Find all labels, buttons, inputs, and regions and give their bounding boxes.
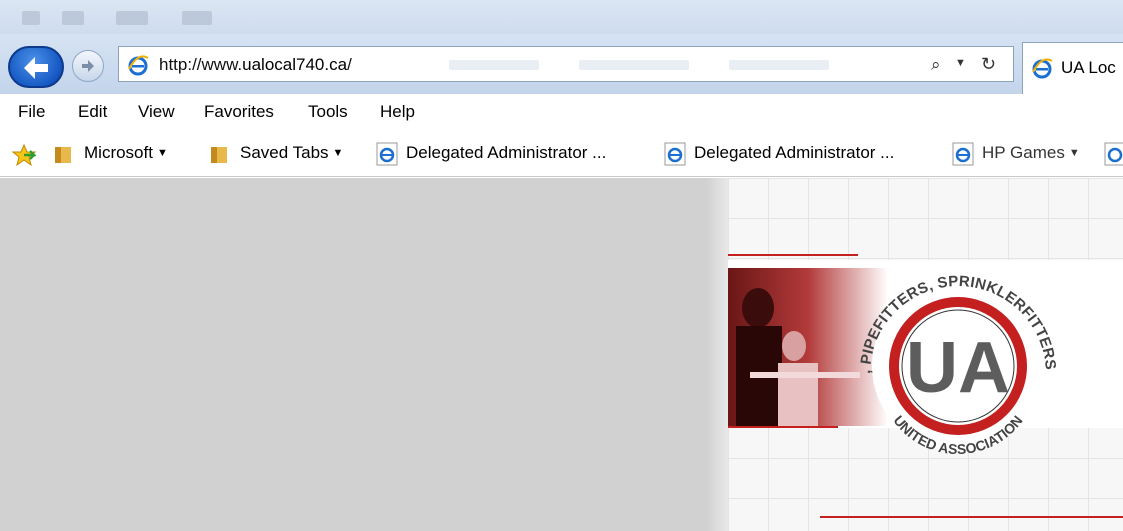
menu-view[interactable]: View xyxy=(138,102,175,122)
ghost-text xyxy=(449,60,539,70)
favorite-folder-microsoft[interactable]: Microsoft ▼ xyxy=(84,143,168,163)
favorite-folder-saved-tabs[interactable]: Saved Tabs ▼ xyxy=(240,143,343,163)
accent-line xyxy=(728,426,838,428)
quick-access-toolbar xyxy=(0,0,1123,34)
search-icon[interactable]: ⌕ xyxy=(931,55,941,75)
favorite-link-delegated-admin-1[interactable]: Delegated Administrator ... xyxy=(406,143,606,163)
menu-favorites[interactable]: Favorites xyxy=(204,102,274,122)
menu-tools[interactable]: Tools xyxy=(308,102,348,122)
menu-edit[interactable]: Edit xyxy=(78,102,107,122)
favorite-link-delegated-admin-2[interactable]: Delegated Administrator ... xyxy=(694,143,894,163)
address-bar[interactable]: http://www.ualocal740.ca/ ⌕ ▼ ↻ xyxy=(118,46,1014,82)
chevron-down-icon[interactable]: ▼ xyxy=(955,57,966,69)
ie-page-icon xyxy=(128,55,149,76)
undo-icon[interactable] xyxy=(116,11,148,25)
back-button[interactable] xyxy=(8,46,64,88)
ie-page-icon xyxy=(664,142,686,166)
ie-page-icon xyxy=(1032,58,1053,79)
forward-button[interactable] xyxy=(72,50,104,82)
chevron-down-icon: ▼ xyxy=(156,147,168,159)
print-icon[interactable] xyxy=(182,11,212,25)
page-shadow xyxy=(706,178,728,531)
home-icon[interactable] xyxy=(22,11,40,25)
ghost-text xyxy=(579,60,689,70)
chevron-down-icon: ▼ xyxy=(332,147,344,159)
folder-icon xyxy=(55,147,71,163)
ie-page-icon xyxy=(952,142,974,166)
menu-help[interactable]: Help xyxy=(380,102,415,122)
tab-title: UA Loc xyxy=(1061,58,1116,77)
ghost-text xyxy=(729,60,829,70)
tab-active[interactable]: UA Loc xyxy=(1022,42,1123,94)
ie-page-icon xyxy=(376,142,398,166)
ua-seal-logo: UNION PLUMBERS, PIPEFITTERS, SPRINKLERFI… xyxy=(838,246,1059,457)
back-arrow-icon xyxy=(24,57,48,79)
page-content: UNION PLUMBERS, PIPEFITTERS, SPRINKLERFI… xyxy=(0,178,1123,531)
favorites-star-icon[interactable] xyxy=(12,144,36,166)
address-url[interactable]: http://www.ualocal740.ca/ xyxy=(159,55,352,75)
favorites-bar: Microsoft ▼ Saved Tabs ▼ Delegated Adminis… xyxy=(0,134,1123,177)
forward-arrow-icon xyxy=(82,60,94,72)
mail-icon[interactable] xyxy=(62,11,84,25)
menu-bar: File Edit View Favorites Tools Help xyxy=(0,96,1123,130)
ie-page-icon xyxy=(1104,142,1123,166)
refresh-icon[interactable]: ↻ xyxy=(981,54,996,75)
website-area: UNION PLUMBERS, PIPEFITTERS, SPRINKLERFI… xyxy=(728,178,1123,531)
page-background xyxy=(0,178,706,531)
browser-chrome: http://www.ualocal740.ca/ ⌕ ▼ ↻ UA Loc F… xyxy=(0,0,1123,178)
chevron-down-icon: ▼ xyxy=(1068,147,1080,159)
menu-file[interactable]: File xyxy=(18,102,45,122)
accent-line xyxy=(820,516,1123,518)
seal-logo-letters: UA xyxy=(906,328,1010,408)
favorite-link-hp-games[interactable]: HP Games ▼ xyxy=(982,143,1080,163)
folder-icon xyxy=(211,147,227,163)
